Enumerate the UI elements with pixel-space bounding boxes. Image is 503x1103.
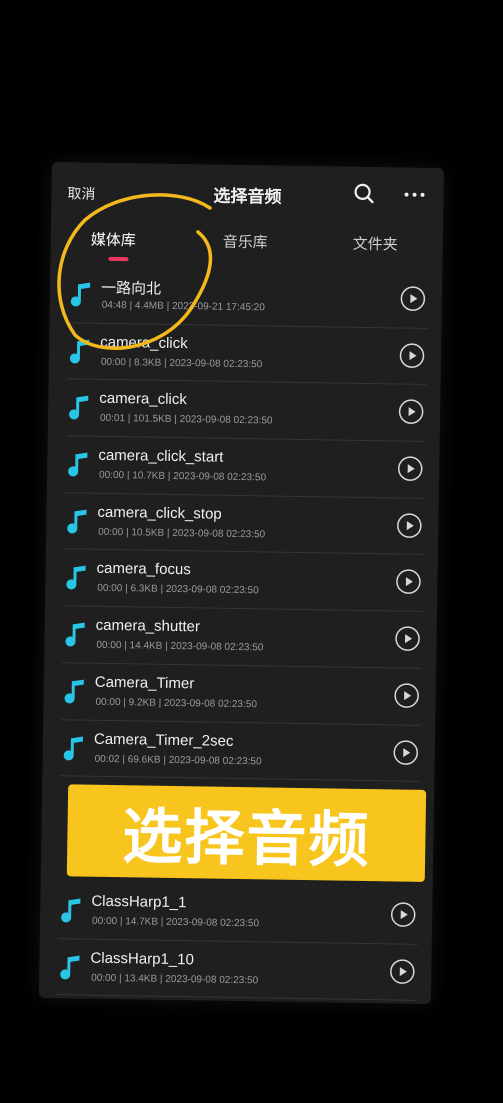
item-meta: 00:00 | 8.3KB | 2023-09-08 02:23:50 bbox=[100, 356, 263, 371]
play-icon[interactable] bbox=[395, 569, 421, 595]
item-title: camera_focus bbox=[96, 560, 191, 579]
play-icon[interactable] bbox=[399, 342, 425, 368]
list-item[interactable]: ClassHarp1_1 00:00 | 14.7KB | 2023-09-08… bbox=[57, 882, 419, 945]
top-bar: 取消 选择音频 bbox=[51, 162, 444, 224]
list-item[interactable]: camera_click_stop 00:00 | 10.5KB | 2023-… bbox=[63, 492, 425, 556]
banner-text: 选择音频 bbox=[121, 801, 371, 876]
music-note-icon bbox=[63, 736, 83, 760]
tab-folder[interactable]: 文件夹 bbox=[353, 233, 398, 255]
item-meta: 00:00 | 14.7KB | 2023-09-08 02:23:50 bbox=[91, 915, 260, 930]
item-meta: 00:00 | 14.4KB | 2023-09-08 02:23:50 bbox=[96, 639, 264, 654]
list-item[interactable]: camera_click_start 00:00 | 10.7KB | 2023… bbox=[64, 436, 426, 499]
item-title: camera_click bbox=[99, 390, 187, 409]
tab-bar: 媒体库 音乐库 文件夹 bbox=[50, 218, 443, 272]
item-title: Camera_Timer bbox=[94, 673, 195, 693]
tab-music-library[interactable]: 音乐库 bbox=[223, 231, 268, 253]
play-icon[interactable] bbox=[393, 682, 419, 708]
item-meta: 00:01 | 101.5KB | 2023-09-08 02:23:50 bbox=[99, 413, 273, 427]
audio-picker-screen: 取消 选择音频 媒体库 音乐库 文件夹 一路向北 04:48 | 4.4MB |… bbox=[38, 162, 444, 1005]
item-title: camera_shutter bbox=[95, 616, 201, 636]
music-note-icon bbox=[66, 566, 86, 590]
music-note-icon bbox=[69, 339, 90, 364]
page-title: 选择音频 bbox=[213, 186, 282, 208]
item-title: camera_click bbox=[100, 333, 188, 352]
music-note-icon bbox=[61, 898, 81, 923]
search-icon[interactable] bbox=[351, 181, 377, 207]
list-item[interactable]: camera_focus 00:00 | 6.3KB | 2023-09-08 … bbox=[63, 549, 424, 613]
item-meta: 00:00 | 13.4KB | 2023-09-08 02:23:50 bbox=[91, 972, 259, 987]
item-meta: 04:48 | 4.4MB | 2023-09-21 17:45:20 bbox=[101, 299, 265, 314]
list-item[interactable]: Camera_Timer_2sec 00:02 | 69.6KB | 2023-… bbox=[60, 719, 422, 783]
music-note-icon bbox=[65, 622, 85, 647]
item-meta: 00:00 | 9.2KB | 2023-09-08 02:23:50 bbox=[95, 696, 258, 711]
list-item[interactable]: camera_shutter 00:00 | 14.4KB | 2023-09-… bbox=[62, 606, 423, 669]
item-title: camera_click_stop bbox=[97, 503, 222, 523]
audio-list-continued: ClassHarp1_1 00:00 | 14.7KB | 2023-09-08… bbox=[39, 882, 433, 1002]
overlay-caption-banner: 选择音频 bbox=[66, 784, 427, 882]
play-icon[interactable] bbox=[393, 739, 419, 765]
list-item[interactable]: ClassHarp1_10 00:00 | 13.4KB | 2023-09-0… bbox=[56, 938, 418, 1002]
item-title: ClassHarp1_10 bbox=[90, 949, 195, 969]
music-note-icon bbox=[60, 955, 80, 980]
item-meta: 00:00 | 6.3KB | 2023-09-08 02:23:50 bbox=[97, 583, 259, 597]
list-item[interactable]: Camera_Timer 00:00 | 9.2KB | 2023-09-08 … bbox=[61, 663, 423, 726]
music-note-icon bbox=[69, 395, 89, 420]
play-icon[interactable] bbox=[389, 958, 415, 984]
play-icon[interactable] bbox=[397, 456, 423, 482]
list-item[interactable]: 一路向北 04:48 | 4.4MB | 2023-09-21 17:45:20 bbox=[67, 266, 429, 329]
item-title: 一路向北 bbox=[100, 279, 162, 298]
item-title: Camera_Timer_2sec bbox=[93, 730, 234, 750]
play-icon[interactable] bbox=[390, 901, 416, 927]
tab-media-library[interactable]: 媒体库 bbox=[91, 229, 136, 251]
music-note-icon bbox=[67, 509, 87, 534]
more-dots-icon[interactable] bbox=[401, 181, 427, 207]
item-meta: 00:02 | 69.6KB | 2023-09-08 02:23:50 bbox=[94, 753, 262, 767]
music-note-icon bbox=[64, 679, 84, 704]
list-item[interactable]: camera_click 00:01 | 101.5KB | 2023-09-0… bbox=[65, 379, 427, 442]
play-icon[interactable] bbox=[394, 626, 420, 652]
music-note-icon bbox=[70, 282, 91, 307]
play-icon[interactable] bbox=[398, 399, 424, 425]
play-icon[interactable] bbox=[400, 285, 426, 311]
item-title: ClassHarp1_1 bbox=[91, 892, 187, 912]
audio-list: 一路向北 04:48 | 4.4MB | 2023-09-21 17:45:20… bbox=[42, 266, 442, 783]
photo-stage: 取消 选择音频 媒体库 音乐库 文件夹 一路向北 04:48 | 4.4MB |… bbox=[0, 0, 503, 1103]
music-note-icon bbox=[68, 452, 88, 477]
list-item[interactable]: camera_click 00:00 | 8.3KB | 2023-09-08 … bbox=[66, 322, 428, 386]
item-meta: 00:00 | 10.7KB | 2023-09-08 02:23:50 bbox=[98, 469, 267, 484]
active-tab-indicator bbox=[108, 256, 129, 262]
item-meta: 00:00 | 10.5KB | 2023-09-08 02:23:50 bbox=[98, 526, 266, 541]
item-title: camera_click_start bbox=[98, 446, 224, 466]
play-icon[interactable] bbox=[396, 512, 422, 538]
